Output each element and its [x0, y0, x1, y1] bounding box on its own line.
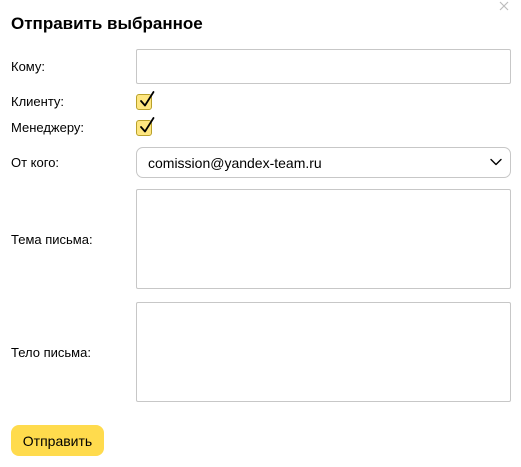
manager-checkbox[interactable] — [136, 117, 155, 136]
from-label: От кого: — [11, 155, 60, 170]
manager-label: Менеджеру: — [11, 120, 85, 135]
client-label: Клиенту: — [11, 94, 65, 109]
to-input[interactable] — [136, 49, 511, 84]
body-label: Тело письма: — [11, 345, 91, 360]
dialog-title: Отправить выбранное — [11, 14, 203, 33]
checkmark-icon — [140, 117, 155, 133]
chevron-down-icon — [490, 158, 502, 166]
send-button[interactable]: Отправить — [11, 425, 104, 456]
client-checkbox[interactable] — [136, 91, 155, 110]
from-select-value: comission@yandex-team.ru — [148, 155, 322, 171]
body-textarea[interactable] — [136, 302, 511, 402]
checkmark-icon — [140, 91, 155, 107]
subject-label: Тема письма: — [11, 232, 93, 247]
from-select[interactable]: comission@yandex-team.ru — [136, 147, 511, 178]
close-icon — [499, 1, 509, 11]
close-button[interactable] — [497, 0, 511, 14]
send-selected-dialog: Отправить выбранное Кому: Клиенту: Менед… — [0, 0, 521, 467]
to-label: Кому: — [11, 59, 45, 74]
subject-textarea[interactable] — [136, 189, 511, 289]
